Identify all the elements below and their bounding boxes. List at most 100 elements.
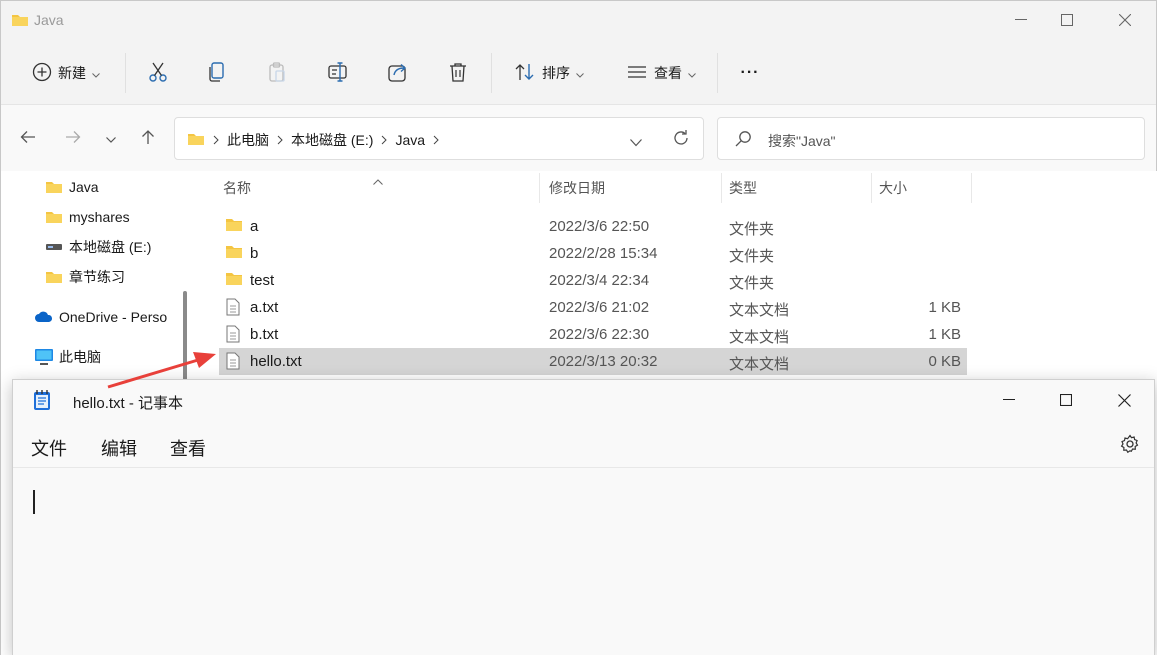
toolbar-divider [717, 53, 718, 93]
file-row[interactable]: a 2022/3/6 22:50 文件夹 [219, 213, 967, 240]
file-date: 2022/3/13 20:32 [549, 353, 658, 370]
cut-button[interactable] [141, 55, 175, 91]
more-options-button[interactable]: ··· [733, 55, 767, 91]
share-button[interactable] [381, 55, 415, 91]
sort-ascending-indicator [373, 172, 383, 188]
close-button[interactable] [1102, 5, 1148, 35]
arrow-left-icon [20, 130, 36, 147]
back-button[interactable] [15, 125, 41, 151]
file-date: 2022/3/6 21:02 [549, 299, 650, 316]
file-type: 文本文档 [729, 302, 790, 319]
nav-item-onedrive[interactable]: OneDrive - Perso [33, 304, 177, 330]
file-row-selected[interactable]: hello.txt 2022/3/13 20:32 文本文档 0 KB [219, 348, 967, 375]
file-row[interactable]: b 2022/2/28 15:34 文件夹 [219, 240, 967, 267]
file-row[interactable]: a.txt 2022/3/6 21:02 文本文档 1 KB [219, 294, 967, 321]
explorer-titlebar[interactable]: Java [1, 1, 1156, 41]
text-file-icon [225, 298, 241, 320]
chevron-down-icon [92, 65, 100, 81]
column-header-type[interactable]: 类型 [729, 171, 757, 205]
text-file-icon [225, 352, 241, 374]
copy-icon [206, 61, 228, 86]
file-row[interactable]: test 2022/3/4 22:34 文件夹 [219, 267, 967, 294]
address-bar[interactable]: 此电脑 本地磁盘 (E:) Java [174, 117, 704, 160]
sort-icon [514, 62, 536, 85]
new-button[interactable]: 新建 [23, 55, 109, 91]
text-file-icon [225, 325, 241, 347]
maximize-button[interactable] [1044, 5, 1090, 35]
recent-locations-button[interactable] [98, 125, 124, 151]
breadcrumb: 此电脑 本地磁盘 (E:) Java [187, 130, 443, 150]
file-row[interactable]: b.txt 2022/3/6 22:30 文本文档 1 KB [219, 321, 967, 348]
view-button[interactable]: 查看 [619, 55, 703, 91]
close-button[interactable] [1096, 384, 1152, 416]
notepad-titlebar[interactable]: hello.txt - 记事本 [13, 380, 1154, 420]
rename-button[interactable] [321, 55, 355, 91]
sort-label: 排序 [542, 65, 570, 81]
chevron-down-icon [630, 139, 642, 147]
arrow-up-icon [141, 129, 155, 148]
nav-item-myshares[interactable]: myshares [43, 204, 130, 230]
chevron-up-icon [373, 179, 383, 185]
column-divider[interactable] [971, 173, 972, 203]
forward-button[interactable] [60, 125, 86, 151]
rename-icon [327, 61, 349, 86]
file-date: 2022/3/6 22:50 [549, 218, 650, 235]
refresh-button[interactable] [672, 129, 690, 150]
file-type: 文件夹 [729, 275, 775, 292]
chevron-down-icon [688, 65, 696, 81]
column-divider[interactable] [721, 173, 722, 203]
notepad-window: hello.txt - 记事本 文件 编辑 查看 [12, 379, 1155, 655]
breadcrumb-item[interactable]: 本地磁盘 (E:) [291, 130, 373, 150]
nav-item-local-disk-e[interactable]: 本地磁盘 (E:) [43, 234, 151, 260]
folder-icon [225, 217, 243, 236]
file-name: hello.txt [250, 353, 302, 370]
folder-icon [11, 13, 29, 30]
minimize-button[interactable] [981, 384, 1037, 416]
command-bar: 新建 排序 查看 ··· [1, 41, 1156, 105]
nav-item-label: 本地磁盘 (E:) [69, 239, 152, 255]
gear-icon [1120, 434, 1139, 454]
view-label: 查看 [654, 65, 682, 81]
column-header-size[interactable]: 大小 [879, 171, 907, 205]
chevron-right-icon [277, 132, 283, 148]
delete-button[interactable] [441, 55, 475, 91]
address-history-dropdown[interactable] [630, 134, 642, 150]
maximize-button[interactable] [1038, 384, 1094, 416]
sort-button[interactable]: 排序 [507, 55, 591, 91]
nav-item-label: myshares [69, 209, 130, 225]
chevron-down-icon [106, 130, 116, 146]
nav-item-java[interactable]: Java [43, 174, 99, 200]
nav-item-chapter-practice[interactable]: 章节练习 [43, 264, 125, 290]
search-box[interactable]: 搜索"Java" [717, 117, 1145, 160]
file-size: 1 KB [928, 326, 961, 343]
column-header-name[interactable]: 名称 [223, 171, 251, 205]
refresh-icon [674, 130, 688, 145]
folder-icon [225, 244, 243, 263]
clipboard-icon [266, 61, 288, 86]
chevron-right-icon [433, 132, 439, 148]
minimize-button[interactable] [998, 5, 1044, 35]
maximize-icon [1060, 394, 1072, 406]
file-date: 2022/2/28 15:34 [549, 245, 658, 262]
menu-file[interactable]: 文件 [31, 435, 67, 461]
file-type: 文件夹 [729, 221, 775, 238]
breadcrumb-item[interactable]: 此电脑 [227, 130, 269, 150]
up-button[interactable] [135, 125, 161, 151]
text-cursor [33, 490, 35, 514]
copy-button[interactable] [200, 55, 234, 91]
column-divider[interactable] [871, 173, 872, 203]
nav-item-this-pc[interactable]: 此电脑 [33, 344, 101, 370]
search-placeholder: 搜索"Java" [768, 133, 836, 149]
menu-edit[interactable]: 编辑 [101, 435, 137, 461]
breadcrumb-item[interactable]: Java [395, 132, 425, 148]
file-name: b.txt [250, 326, 279, 343]
menu-view[interactable]: 查看 [170, 435, 206, 461]
list-view-icon [626, 64, 648, 83]
column-divider[interactable] [539, 173, 540, 203]
column-header-date[interactable]: 修改日期 [549, 171, 605, 205]
paste-button[interactable] [260, 55, 294, 91]
notepad-text-area[interactable] [13, 469, 1154, 655]
settings-button[interactable] [1120, 434, 1140, 457]
window-title: Java [34, 12, 64, 28]
computer-icon [33, 348, 55, 366]
